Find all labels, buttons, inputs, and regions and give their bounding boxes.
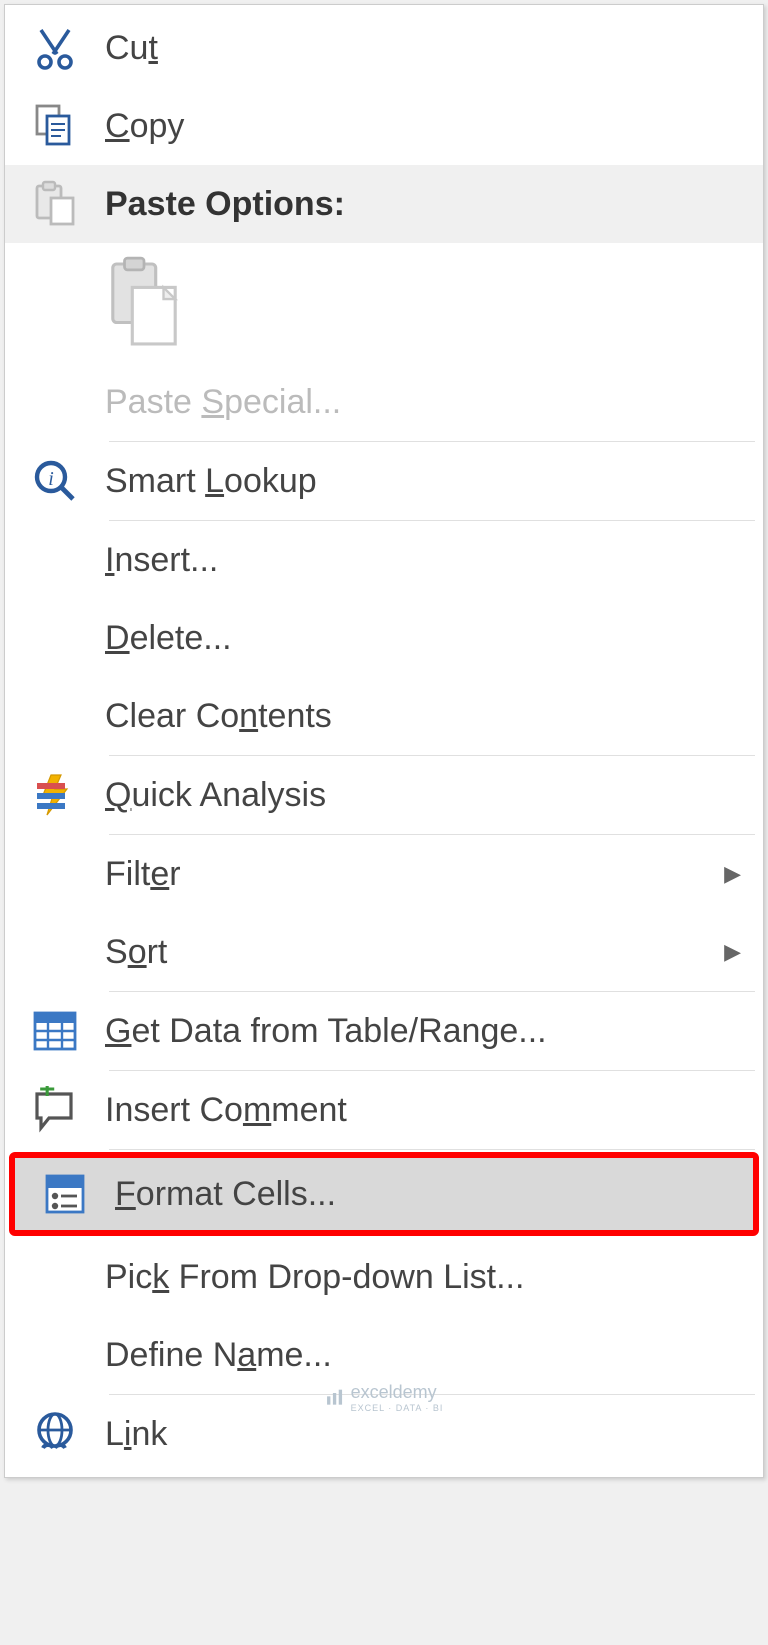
menu-item-pick-from-list[interactable]: Pick From Drop-down List... [5,1238,763,1316]
paste-icon [5,165,105,243]
smart-lookup-label: Smart Lookup [105,462,751,501]
filter-label: Filter [105,855,724,894]
menu-item-link[interactable]: Link exceldemy EXCEL · DATA · BI [5,1395,763,1473]
menu-item-insert-comment[interactable]: + Insert Comment [5,1071,763,1149]
insert-label: Insert... [105,541,751,580]
pick-from-list-label: Pick From Drop-down List... [105,1258,751,1297]
cut-label: Cut [105,29,751,68]
menu-item-delete[interactable]: Delete... [5,599,763,677]
context-menu: Cut Copy Paste Options: Paste Special...… [4,4,764,1478]
menu-item-format-cells[interactable]: Format Cells... [9,1152,759,1236]
menu-item-smart-lookup[interactable]: i Smart Lookup [5,442,763,520]
table-icon [5,992,105,1070]
comment-icon: + [5,1071,105,1149]
paste-option-default[interactable] [105,256,183,350]
menu-item-quick-analysis[interactable]: Quick Analysis [5,756,763,834]
quick-analysis-icon [5,756,105,834]
menu-item-sort[interactable]: Sort ▶ [5,913,763,991]
cut-icon [5,9,105,87]
insert-comment-label: Insert Comment [105,1091,751,1130]
link-label: Link [105,1415,751,1454]
menu-item-define-name[interactable]: Define Name... [5,1316,763,1394]
submenu-arrow-icon: ▶ [724,939,741,965]
menu-item-filter[interactable]: Filter ▶ [5,835,763,913]
copy-label: Copy [105,107,751,146]
format-cells-icon [15,1158,115,1230]
separator [109,1149,755,1150]
link-icon [5,1395,105,1473]
menu-item-paste-special: Paste Special... [5,363,763,441]
menu-item-cut[interactable]: Cut [5,9,763,87]
paste-special-label: Paste Special... [105,383,751,422]
submenu-arrow-icon: ▶ [724,861,741,887]
delete-label: Delete... [105,619,751,658]
menu-item-paste-options-header: Paste Options: [5,165,763,243]
menu-item-clear-contents[interactable]: Clear Contents [5,677,763,755]
menu-item-copy[interactable]: Copy [5,87,763,165]
paste-options-label: Paste Options: [105,185,751,224]
copy-icon [5,87,105,165]
svg-text:+: + [39,1086,55,1104]
clear-contents-label: Clear Contents [105,697,751,736]
paste-options-row [5,243,763,363]
define-name-label: Define Name... [105,1336,751,1375]
smart-lookup-icon: i [5,442,105,520]
get-data-label: Get Data from Table/Range... [105,1012,751,1051]
menu-item-insert[interactable]: Insert... [5,521,763,599]
format-cells-label: Format Cells... [115,1175,741,1214]
menu-item-get-data[interactable]: Get Data from Table/Range... [5,992,763,1070]
sort-label: Sort [105,933,724,972]
quick-analysis-label: Quick Analysis [105,776,751,815]
svg-text:i: i [48,468,54,490]
